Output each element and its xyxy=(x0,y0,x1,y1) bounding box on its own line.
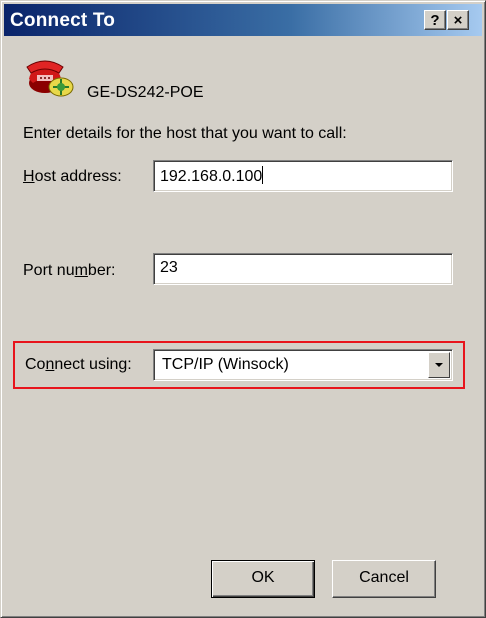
text-caret xyxy=(262,166,264,184)
connect-using-label-prefix: Co xyxy=(25,356,46,373)
port-number-label-prefix: Port nu xyxy=(23,262,75,279)
port-number-label: Port number: xyxy=(23,262,116,280)
port-number-label-rest: ber: xyxy=(87,262,116,279)
port-number-input[interactable]: 23 xyxy=(153,253,453,285)
dropdown-button[interactable] xyxy=(428,352,450,378)
title-bar[interactable]: Connect To ? × xyxy=(4,4,482,36)
chevron-down-icon xyxy=(435,363,443,367)
ok-button[interactable]: OK xyxy=(211,560,315,598)
host-address-input[interactable]: 192.168.0.100 xyxy=(153,160,453,192)
connect-to-dialog: Connect To ? × GE-DS242-POE Enter detail… xyxy=(0,0,486,618)
instruction-text: Enter details for the host that you want… xyxy=(23,125,347,142)
connect-using-select[interactable]: TCP/IP (Winsock) xyxy=(153,349,453,381)
cancel-button[interactable]: Cancel xyxy=(332,560,436,598)
host-address-value: 192.168.0.100 xyxy=(160,168,263,185)
port-number-mnemonic: m xyxy=(74,262,88,279)
connect-using-label: Connect using: xyxy=(25,356,132,374)
port-number-value: 23 xyxy=(160,259,178,276)
connect-using-value: TCP/IP (Winsock) xyxy=(162,356,289,373)
close-button[interactable]: × xyxy=(447,10,469,30)
host-address-label-rest: ost address: xyxy=(34,168,122,185)
help-button[interactable]: ? xyxy=(424,10,446,30)
connect-using-label-rest: nect using: xyxy=(54,356,132,373)
window-title: Connect To xyxy=(10,10,116,31)
phone-connection-icon xyxy=(26,60,74,97)
host-address-label: Host address: xyxy=(23,168,122,186)
connection-name: GE-DS242-POE xyxy=(87,84,204,101)
host-address-mnemonic: H xyxy=(23,168,35,185)
